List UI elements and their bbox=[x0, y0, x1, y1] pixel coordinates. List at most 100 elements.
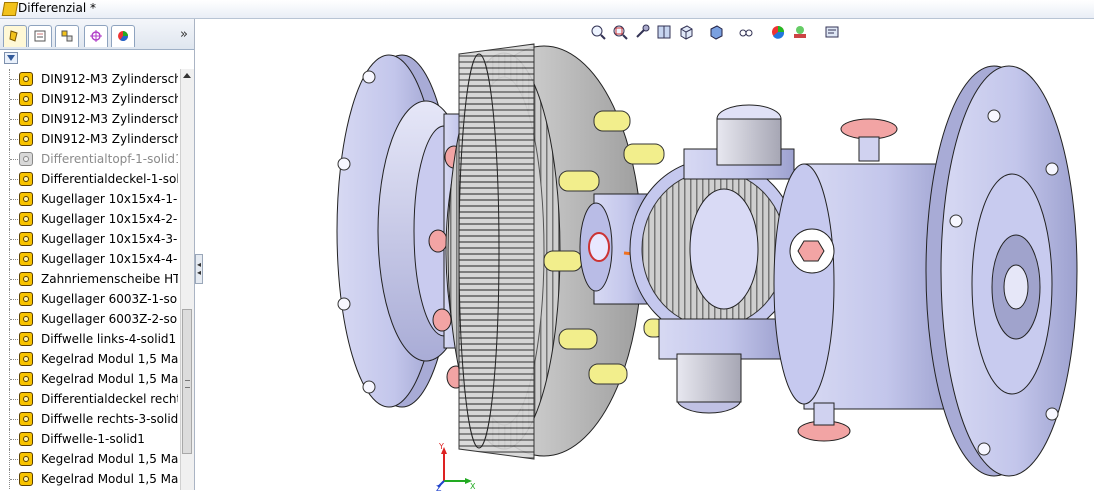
title-bar: Differenzial * bbox=[0, 0, 1094, 19]
tree-connector bbox=[10, 139, 18, 140]
part-icon bbox=[19, 412, 33, 426]
triad-y-label: Y bbox=[438, 442, 444, 451]
tree-item[interactable]: Kugellager 6003Z-1-soli bbox=[0, 289, 178, 309]
part-icon bbox=[19, 472, 33, 486]
tree-connector bbox=[10, 79, 18, 80]
part-icon bbox=[19, 192, 33, 206]
apply-scene-icon[interactable] bbox=[792, 24, 808, 40]
tree-item[interactable]: Diffwelle-1-solid1 bbox=[0, 429, 178, 449]
tree-item-label: DIN912-M3 Zylindersch bbox=[41, 132, 178, 146]
tree-connector bbox=[10, 459, 18, 460]
tree-item-label: Kugellager 10x15x4-1-s bbox=[41, 192, 178, 206]
tree-item[interactable]: Kugellager 6003Z-2-soli bbox=[0, 309, 178, 329]
tree-connector bbox=[10, 159, 18, 160]
feature-manager-tab[interactable] bbox=[3, 25, 27, 47]
configuration-manager-icon bbox=[61, 30, 73, 42]
graphics-area[interactable]: Y X Z bbox=[204, 19, 1094, 493]
tree-item[interactable]: Kegelrad Modul 1,5 Ma bbox=[0, 349, 178, 369]
tree-item[interactable]: Diffwelle links-4-solid1 bbox=[0, 329, 178, 349]
display-style-icon[interactable] bbox=[708, 24, 724, 40]
view-orientation-icon[interactable] bbox=[678, 24, 694, 40]
zoom-to-fit-icon[interactable] bbox=[590, 24, 606, 40]
panel-collapse-handle[interactable]: ◂ ◂ bbox=[195, 254, 203, 284]
tree-item[interactable]: DIN912-M3 Zylindersch bbox=[0, 89, 178, 109]
display-manager-icon bbox=[118, 31, 128, 41]
window-title: Differenzial * bbox=[18, 1, 97, 15]
tree-item[interactable]: Kugellager 10x15x4-4-s bbox=[0, 249, 178, 269]
coordinate-triad: Y X Z bbox=[436, 441, 476, 493]
view-settings-icon[interactable] bbox=[824, 24, 840, 40]
tree-item[interactable]: Differentialdeckel rechts bbox=[0, 389, 178, 409]
tree-item-label: Kugellager 10x15x4-3-s bbox=[41, 232, 178, 246]
configuration-manager-tab[interactable] bbox=[55, 25, 79, 47]
tree-item[interactable]: Zahnriemenscheibe HTD bbox=[0, 269, 178, 289]
tree-item[interactable]: Kegelrad Modul 1,5 Ma bbox=[0, 449, 178, 469]
tree-item[interactable]: Kegelrad Modul 1,5 Ma bbox=[0, 369, 178, 389]
tree-connector bbox=[10, 299, 18, 300]
hide-show-items-icon[interactable] bbox=[738, 24, 754, 40]
edit-appearance-icon[interactable] bbox=[770, 24, 786, 40]
tree-item-label: DIN912-M3 Zylindersch bbox=[41, 72, 178, 86]
tree-item[interactable]: DIN912-M3 Zylindersch bbox=[0, 69, 178, 89]
tree-item-label: DIN912-M3 Zylindersch bbox=[41, 92, 178, 106]
tree-connector bbox=[10, 379, 18, 380]
tree-item-label: Kugellager 6003Z-2-soli bbox=[41, 312, 178, 326]
tree-connector bbox=[10, 419, 18, 420]
tree-item-label: Diffwelle links-4-solid1 bbox=[41, 332, 177, 346]
scroll-up-arrow-icon[interactable] bbox=[183, 73, 191, 78]
tree-item-label: Kugellager 6003Z-1-soli bbox=[41, 292, 178, 306]
tree-connector bbox=[10, 399, 18, 400]
tree-item-label: Kegelrad Modul 1,5 Ma bbox=[41, 372, 178, 386]
tree-item-label: Diffwelle rechts-3-solid1 bbox=[41, 412, 178, 426]
part-icon bbox=[19, 92, 33, 106]
tree-item-label: Kegelrad Modul 1,5 Ma bbox=[41, 352, 178, 366]
property-manager-tab[interactable] bbox=[28, 25, 52, 47]
part-icon bbox=[19, 252, 33, 266]
property-manager-icon bbox=[34, 30, 46, 42]
tree-connector bbox=[10, 99, 18, 100]
tree-item[interactable]: Kugellager 10x15x4-3-s bbox=[0, 229, 178, 249]
tree-item-label: Diffwelle-1-solid1 bbox=[41, 432, 145, 446]
tree-item[interactable]: DIN912-M3 Zylindersch bbox=[0, 109, 178, 129]
tree-item-label: Kugellager 10x15x4-2-s bbox=[41, 212, 178, 226]
scrollbar-thumb[interactable] bbox=[182, 309, 192, 454]
display-manager-tab[interactable] bbox=[111, 25, 135, 47]
tree-item[interactable]: Kugellager 10x15x4-2-s bbox=[0, 209, 178, 229]
part-icon bbox=[19, 392, 33, 406]
tree-connector bbox=[10, 179, 18, 180]
right-flange bbox=[925, 65, 1078, 477]
tree-connector bbox=[10, 219, 18, 220]
tree-item[interactable]: Diffwelle rechts-3-solid1 bbox=[0, 409, 178, 429]
tree-scrollbar[interactable] bbox=[180, 69, 194, 490]
section-view-icon[interactable] bbox=[656, 24, 672, 40]
tree-connector bbox=[10, 339, 18, 340]
part-icon bbox=[19, 172, 33, 186]
tree-connector bbox=[10, 279, 18, 280]
tree-connector bbox=[10, 119, 18, 120]
zoom-to-area-icon[interactable] bbox=[612, 24, 628, 40]
expand-tabs-button[interactable]: » bbox=[180, 27, 188, 42]
part-icon bbox=[19, 332, 33, 346]
tree-connector bbox=[10, 259, 18, 260]
dimxpert-tab[interactable] bbox=[84, 25, 108, 47]
tree-connector bbox=[10, 479, 18, 480]
tree-item[interactable]: DIN912-M3 Zylindersch bbox=[0, 129, 178, 149]
filter-icon[interactable] bbox=[4, 52, 18, 64]
tree-connector bbox=[10, 199, 18, 200]
tree-item[interactable]: Differentialdeckel-1-soli bbox=[0, 169, 178, 189]
tree-item-label: Differentialdeckel rechts bbox=[41, 392, 178, 406]
part-icon bbox=[19, 372, 33, 386]
tree-item[interactable]: Kegelrad Modul 1,5 Ma bbox=[0, 469, 178, 489]
tree-item-label: DIN912-M3 Zylindersch bbox=[41, 112, 178, 126]
feature-manager-icon bbox=[9, 30, 18, 42]
part-icon bbox=[19, 212, 33, 226]
previous-view-icon[interactable] bbox=[634, 24, 650, 40]
3d-model-view bbox=[336, 43, 1078, 477]
tree-item-label: Differentialdeckel-1-soli bbox=[41, 172, 178, 186]
part-icon bbox=[19, 112, 33, 126]
tree-item[interactable]: Differentialtopf-1-solid1 bbox=[0, 149, 178, 169]
tree-item[interactable]: Kugellager 10x15x4-1-s bbox=[0, 189, 178, 209]
part-icon bbox=[19, 452, 33, 466]
manager-tabs: » bbox=[0, 19, 194, 50]
tree-item-label: Differentialtopf-1-solid1 bbox=[41, 152, 178, 166]
